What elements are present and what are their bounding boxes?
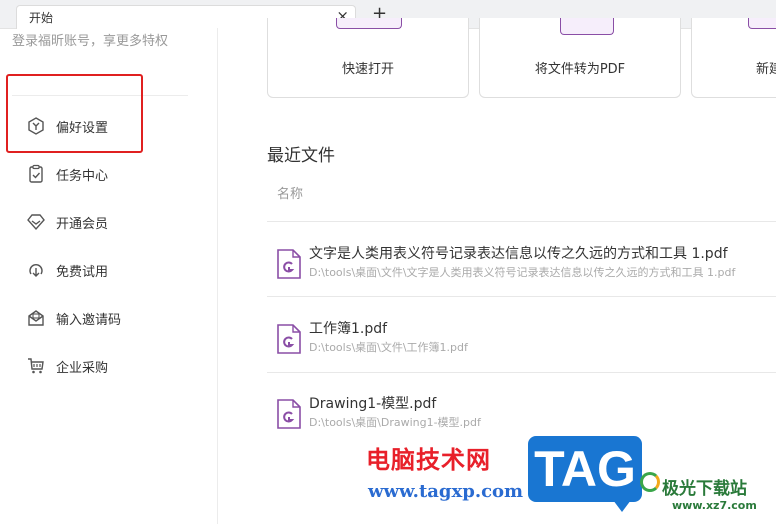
file-path: D:\tools\桌面\文件\文字是人类用表义符号记录表达信息以传之久远的方式和… — [309, 266, 736, 279]
card-label: 将文件转为PDF — [534, 62, 626, 77]
file-row[interactable]: 工作簿1.pdf D:\tools\桌面\文件\工作簿1.pdf — [267, 318, 776, 378]
open-file-icon — [336, 18, 402, 29]
sidebar-item-label: 任务中心 — [56, 168, 109, 184]
quick-open-card[interactable]: 快速打开 — [267, 18, 469, 98]
pdf-file-icon — [277, 324, 301, 354]
sidebar-item-task-center[interactable]: 任务中心 — [26, 162, 108, 186]
card-label: 新建 — [756, 62, 776, 77]
column-header-name[interactable]: 名称 — [277, 183, 303, 202]
pdf-file-icon — [277, 249, 301, 279]
sidebar: 登录福昕账号，享更多特权 偏好设置 任务中心 开通会员 免费试用 输入邀请码 企… — [0, 28, 218, 524]
file-name: Drawing1-模型.pdf — [309, 396, 437, 412]
file-row[interactable]: 文字是人类用表义符号记录表达信息以传之久远的方式和工具 1.pdf D:\too… — [267, 243, 776, 303]
sidebar-item-label: 免费试用 — [56, 264, 109, 280]
sidebar-item-label: 企业采购 — [56, 360, 109, 376]
invite-code-icon — [28, 310, 44, 326]
task-center-icon — [29, 164, 43, 183]
sidebar-item-label: 开通会员 — [56, 216, 109, 232]
new-file-icon — [748, 18, 776, 29]
membership-icon — [27, 214, 45, 231]
divider — [267, 296, 776, 297]
sidebar-item-enterprise-purchase[interactable]: 企业采购 — [26, 354, 108, 378]
watermark-site-name: 电脑技术网 — [366, 445, 491, 474]
watermark-tag-tail — [610, 496, 634, 512]
sidebar-item-membership[interactable]: 开通会员 — [26, 210, 108, 234]
file-path: D:\tools\桌面\Drawing1-模型.pdf — [309, 416, 481, 429]
convert-to-pdf-card[interactable]: 将文件转为PDF — [479, 18, 681, 98]
pdf-file-icon — [277, 399, 301, 429]
watermark-tag-badge: TAG — [528, 436, 642, 502]
card-label: 快速打开 — [341, 62, 394, 77]
new-card[interactable]: 新建 — [691, 18, 776, 98]
watermark-site-url: www.tagxp.com — [368, 481, 524, 502]
highlight-annotation — [6, 74, 143, 153]
sidebar-item-free-trial[interactable]: 免费试用 — [26, 258, 108, 282]
enterprise-purchase-icon — [28, 358, 44, 374]
file-name: 工作簿1.pdf — [309, 321, 388, 337]
file-path: D:\tools\桌面\文件\工作簿1.pdf — [309, 341, 468, 354]
tab-label: 开始 — [29, 11, 54, 25]
recent-files-title: 最近文件 — [267, 146, 335, 166]
free-trial-icon — [29, 264, 43, 277]
divider — [267, 221, 776, 222]
login-hint[interactable]: 登录福昕账号，享更多特权 — [12, 30, 168, 49]
file-row[interactable]: Drawing1-模型.pdf D:\tools\桌面\Drawing1-模型.… — [267, 393, 776, 453]
watermark-logo-text: 极光下载站 — [662, 479, 747, 499]
sidebar-item-invite-code[interactable]: 输入邀请码 — [26, 306, 121, 330]
file-name: 文字是人类用表义符号记录表达信息以传之久远的方式和工具 1.pdf — [309, 246, 728, 262]
sidebar-item-label: 输入邀请码 — [56, 312, 122, 328]
divider — [267, 372, 776, 373]
watermark-logo-url: www.xz7.com — [672, 499, 757, 512]
convert-pdf-icon — [560, 18, 614, 35]
watermark-logo-icon — [640, 472, 660, 492]
